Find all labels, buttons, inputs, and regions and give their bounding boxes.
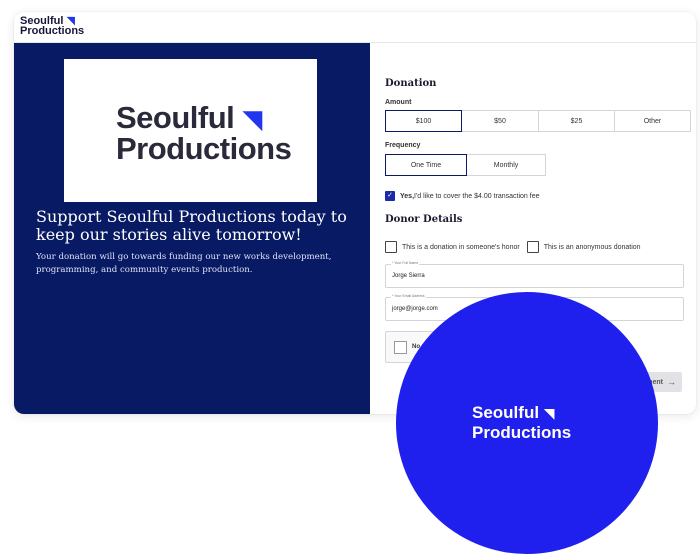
cover-fee-text: I'd like to cover the $4.00 transaction … <box>414 192 540 200</box>
email-value: jorge@jorge.com <box>392 306 438 312</box>
top-bar: Seoulful ◥ Productions <box>14 12 696 43</box>
brand-overlay-circle: Seoulful ◥ Productions <box>396 292 658 554</box>
check-icon[interactable]: ✓ <box>385 191 395 201</box>
amount-label: Amount <box>385 99 412 106</box>
header-brand-logo[interactable]: Seoulful ◥ Productions <box>20 16 85 37</box>
hero-headline: Support Seoulful Productions today to ke… <box>36 207 347 244</box>
frequency-label: Frequency <box>385 142 421 149</box>
amount-selector: $100 $50 $25 Other <box>385 110 691 132</box>
amount-option-100[interactable]: $100 <box>385 110 462 132</box>
frequency-one-time[interactable]: One Time <box>385 154 467 176</box>
frequency-monthly[interactable]: Monthly <box>466 154 546 176</box>
hero-logo-mark-icon: ◥ <box>242 104 262 134</box>
honor-row[interactable]: This is a donation in someone's honor Th… <box>385 241 641 253</box>
cover-fee-yes: Yes, <box>400 192 415 200</box>
hero-logo-line1: Seoulful <box>116 100 235 135</box>
overlay-line2: Productions <box>472 423 572 442</box>
hero-logo: Seoulful ◥ Productions <box>116 100 292 166</box>
hero-body: Your donation will go towards funding ou… <box>36 252 332 275</box>
full-name-field[interactable]: * Your Full Name Jorge Sierra <box>385 261 684 288</box>
amount-option-50[interactable]: $50 <box>461 110 539 132</box>
donor-details-title: Donor Details <box>385 214 463 225</box>
frequency-selector: One Time Monthly <box>385 154 546 176</box>
brand-line2: Productions <box>20 25 85 37</box>
full-name-value: Jorge Sierra <box>392 273 425 279</box>
overlay-mark-icon: ◥ <box>543 405 555 421</box>
honor-label: This is a donation in someone's honor <box>402 243 520 251</box>
amount-option-25[interactable]: $25 <box>538 110 615 132</box>
cover-fee-row[interactable]: ✓ Yes, I'd like to cover the $4.00 trans… <box>385 191 539 201</box>
hero-logo-box: Seoulful ◥ Productions <box>64 59 317 202</box>
email-label: * Your Email Address <box>391 294 426 298</box>
overlay-logo: Seoulful ◥ Productions <box>472 403 571 442</box>
donation-title: Donation <box>385 78 437 89</box>
captcha-checkbox[interactable] <box>394 341 407 354</box>
overlay-line1: Seoulful <box>472 403 540 422</box>
amount-option-other[interactable]: Other <box>614 110 691 132</box>
hero-panel: Seoulful ◥ Productions Support Seoulful … <box>14 43 370 414</box>
arrow-right-icon: → <box>667 377 676 387</box>
honor-checkbox[interactable] <box>385 241 397 253</box>
hero-logo-line2: Productions <box>116 131 292 166</box>
full-name-label: * Your Full Name <box>391 261 420 265</box>
anonymous-label: This is an anonymous donation <box>543 243 641 251</box>
anonymous-checkbox[interactable] <box>526 241 539 253</box>
